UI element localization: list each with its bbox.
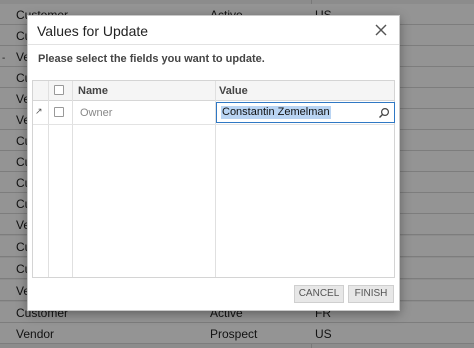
field-name-owner: Owner	[80, 107, 113, 119]
finish-button[interactable]: FINISH	[348, 285, 394, 303]
close-button[interactable]	[372, 21, 390, 39]
row-pointer-icon: ↗	[35, 106, 43, 116]
cancel-button[interactable]: CANCEL	[294, 285, 344, 303]
close-icon	[375, 24, 387, 36]
owner-value-input[interactable]: Constantin Zemelman	[216, 102, 395, 123]
table-row[interactable]: ↗ Owner Constantin Zemelman	[33, 101, 395, 125]
select-all-checkbox[interactable]	[54, 85, 64, 95]
row-checkbox[interactable]	[54, 107, 64, 117]
fields-grid: Name Value ↗ Owner Constantin Zemelman	[32, 80, 395, 278]
grid-header: Name Value	[33, 81, 394, 101]
dialog-instruction: Please select the fields you want to upd…	[38, 53, 265, 65]
column-header-name: Name	[78, 85, 108, 97]
dialog-header: Values for Update	[28, 16, 399, 45]
dialog-title: Values for Update	[37, 23, 149, 39]
column-header-value: Value	[219, 85, 248, 97]
search-icon[interactable]	[378, 107, 390, 119]
owner-value-text[interactable]: Constantin Zemelman	[221, 106, 331, 119]
values-for-update-dialog: Values for Update Please select the fiel…	[27, 15, 400, 311]
